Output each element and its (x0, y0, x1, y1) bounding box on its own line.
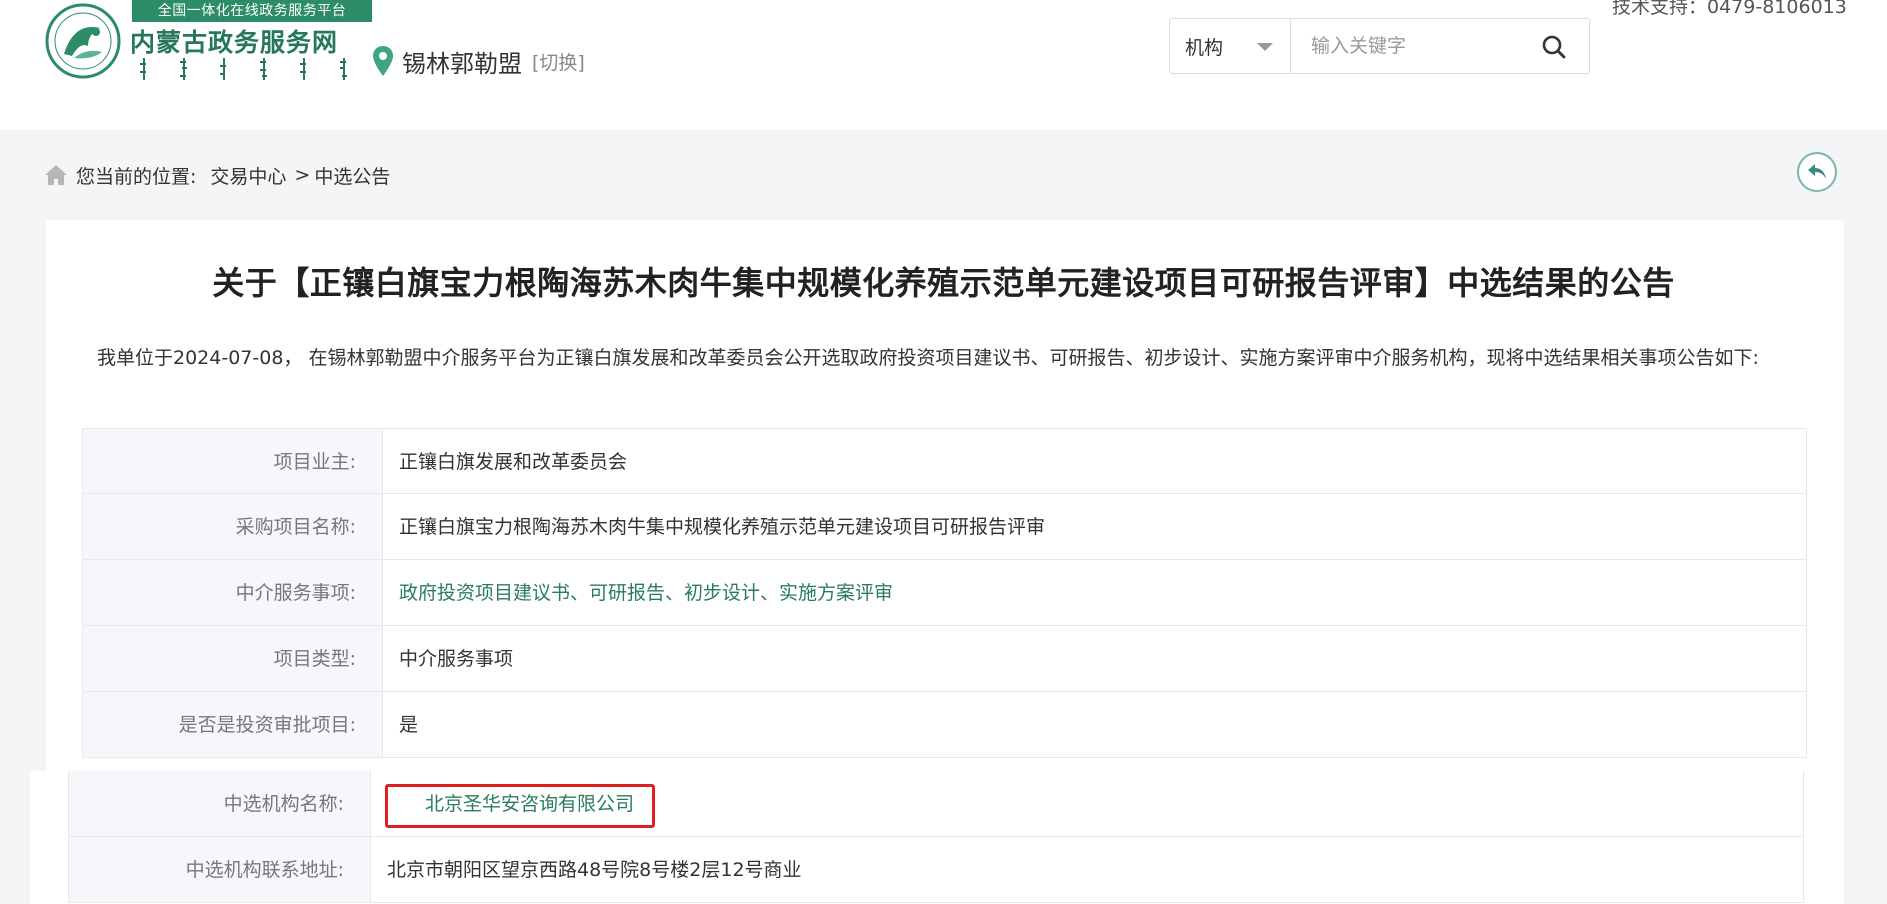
site-logo[interactable]: 全国一体化在线政务服务平台 内蒙古政务服务网 (44, 0, 372, 92)
table-row: 中选机构联系地址: 北京市朝阳区望京西路48号院8号楼2层12号商业 (68, 837, 1804, 903)
breadcrumb: 您当前的位置: 交易中心 > 中选公告 (44, 160, 390, 190)
table-row: 是否是投资审批项目: 是 (82, 692, 1807, 758)
caret-down-icon (1257, 43, 1273, 51)
breadcrumb-trade-center[interactable]: 交易中心 (210, 162, 286, 189)
current-city: 锡林郭勒盟 (402, 49, 522, 78)
row-label: 采购项目名称: (83, 494, 383, 559)
search-button[interactable] (1530, 25, 1578, 69)
logo-banner: 全国一体化在线政务服务平台 (132, 0, 372, 22)
breadcrumb-separator: > (294, 164, 311, 186)
switch-city-link[interactable]: [切换] (532, 48, 585, 75)
breadcrumb-label: 您当前的位置: (76, 165, 197, 188)
table-row: 项目业主: 正镶白旗发展和改革委员会 (82, 428, 1807, 494)
table-row: 采购项目名称: 正镶白旗宝力根陶海苏木肉牛集中规模化养殖示范单元建设项目可研报告… (82, 494, 1807, 560)
logo-emblem-icon (45, 3, 121, 79)
table-row: 项目类型: 中介服务事项 (82, 626, 1807, 692)
notice-intro: 我单位于2024-07-08， 在锡林郭勒盟中介服务平台为正镶白旗发展和改革委员… (97, 347, 1759, 369)
search-type-select[interactable]: 机构 (1170, 19, 1291, 73)
back-arrow-icon (1808, 164, 1826, 179)
tech-support-phone: 技术支持：0479-8106013 (1612, 0, 1847, 18)
row-label: 项目类型: (83, 626, 383, 691)
service-items-link[interactable]: 政府投资项目建议书、可研报告、初步设计、实施方案评审 (399, 560, 893, 625)
row-value: 北京市朝阳区望京西路48号院8号楼2层12号商业 (387, 859, 802, 881)
row-value: 正镶白旗发展和改革委员会 (399, 451, 628, 473)
row-label: 项目业主: (83, 429, 383, 493)
location-pin-icon (373, 46, 393, 76)
search-icon (1542, 35, 1566, 59)
row-value: 是 (399, 714, 419, 736)
home-icon (45, 165, 67, 185)
zoomed-overlay-panel: 中选机构名称: 北京圣华安咨询有限公司 中选机构联系地址: 北京市朝阳区望京西路… (30, 771, 1810, 904)
search-bar: 机构 (1169, 18, 1590, 74)
breadcrumb-selection-notice[interactable]: 中选公告 (314, 162, 390, 189)
table-row: 中选机构名称: 北京圣华安咨询有限公司 (68, 771, 1804, 837)
mongolian-script-icon (140, 58, 347, 80)
row-label: 中介服务事项: (83, 560, 383, 625)
row-value: 中介服务事项 (399, 648, 514, 670)
logo-name: 内蒙古政务服务网 (130, 28, 339, 57)
highlight-box (385, 784, 655, 828)
location-selector: 锡林郭勒盟 [切换] (372, 44, 585, 78)
row-value: 正镶白旗宝力根陶海苏木肉牛集中规模化养殖示范单元建设项目可研报告评审 (399, 516, 1046, 538)
row-label: 是否是投资审批项目: (83, 692, 383, 757)
search-type-label: 机构 (1185, 37, 1224, 59)
site-header: 全国一体化在线政务服务平台 内蒙古政务服务网 锡林郭勒盟 [切换] 机构 输入关… (0, 0, 1887, 130)
table-row: 中介服务事项: 政府投资项目建议书、可研报告、初步设计、实施方案评审 (82, 560, 1807, 626)
search-input[interactable] (1293, 21, 1523, 71)
row-label: 中选机构联系地址: (69, 837, 371, 902)
back-button[interactable] (1797, 152, 1837, 192)
row-label: 中选机构名称: (69, 771, 371, 836)
notice-title: 关于【正镶白旗宝力根陶海苏木肉牛集中规模化养殖示范单元建设项目可研报告评审】中选… (212, 264, 1675, 302)
